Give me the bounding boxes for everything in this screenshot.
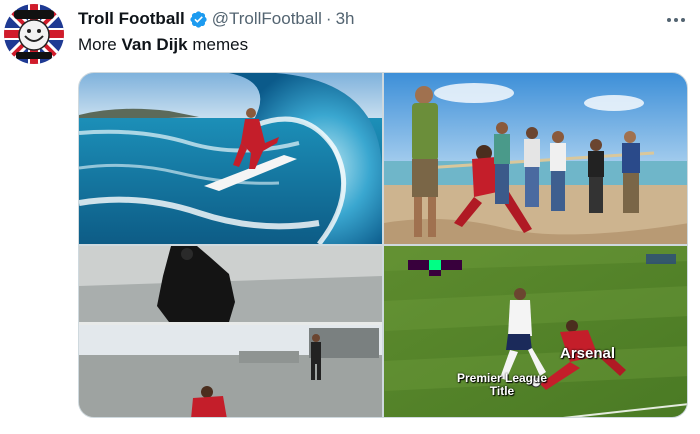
premier-league-title-label: Premier League Title [456,371,548,399]
more-dot-icon [681,18,685,22]
arsenal-label: Arsenal [560,345,616,362]
avatar[interactable] [4,4,64,64]
media-image-football-match[interactable]: Arsenal Premier League Title [384,246,687,417]
tweet-header: Troll Football @TrollFootball · 3h [78,8,354,30]
tweet-text: More Van Dijk memes [78,35,248,55]
media-image-surfer[interactable] [79,73,382,244]
tweet-text-bold: Van Dijk [121,35,188,54]
author-name[interactable]: Troll Football [78,9,185,29]
more-dot-icon [667,18,671,22]
media-image-tug-of-war[interactable] [384,73,687,244]
tweet-text-suffix: memes [187,35,249,54]
tweet-actions-bar [78,426,688,434]
rooftop-scene-image [79,246,382,417]
separator-dot: · [325,9,332,28]
media-image-rooftop[interactable] [79,246,382,417]
tweet-text-prefix: More [78,35,122,54]
timestamp[interactable]: 3h [336,9,355,29]
more-options-button[interactable] [666,10,686,30]
troll-football-logo [4,4,64,64]
author-handle[interactable]: @TrollFootball [212,9,322,29]
tug-of-war-image [384,73,687,244]
media-grid: Arsenal Premier League Title [78,72,688,418]
surfer-wave-image [79,73,382,244]
more-dot-icon [674,18,678,22]
verified-badge-icon [190,10,207,28]
